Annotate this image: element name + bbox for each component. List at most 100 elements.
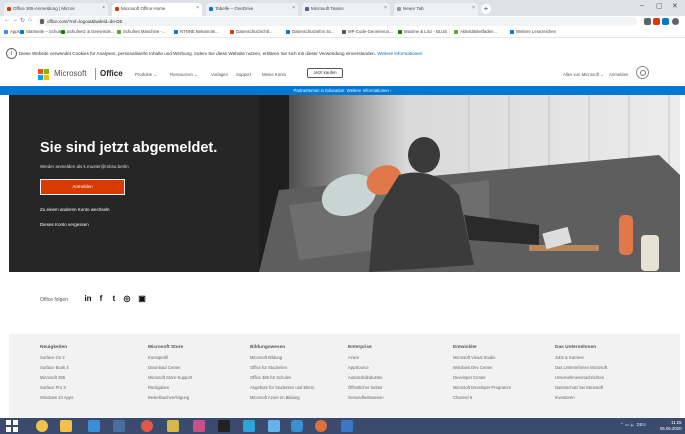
bookmark-item[interactable]: Weitere Lesezeichen [510, 29, 556, 34]
home-icon[interactable]: ⌂ [28, 17, 32, 23]
footer-link[interactable]: Angebote für Studenten und Eltern [250, 385, 350, 395]
bookmark-item[interactable]: Schulnetz & Gemeinde... [61, 29, 115, 34]
twitter-icon[interactable]: t [109, 294, 119, 304]
footer-link[interactable]: Download Center [148, 365, 248, 375]
product-name[interactable]: Office [100, 69, 123, 78]
bookmark-item[interactable]: MP-Code-Generierun... [342, 29, 393, 34]
footer-link[interactable]: Gesundheitswesen [348, 395, 448, 405]
browser-tab[interactable]: Microsoft Teams × [302, 3, 390, 16]
tab-close-icon[interactable]: × [196, 5, 199, 11]
bookmark-item[interactable]: Maxime & Linz - BLUE [398, 29, 447, 34]
app-icon[interactable] [113, 420, 125, 432]
microsoft-logo-icon[interactable] [38, 69, 49, 80]
bookmark-item[interactable]: Schulnet Maschine -... [117, 29, 166, 34]
tab-close-icon[interactable]: × [102, 5, 105, 11]
footer-link[interactable]: Surface Book 3 [40, 365, 140, 375]
footer-link[interactable]: Öffentlicher Sektor [348, 385, 448, 395]
linkedin-icon[interactable]: in [83, 294, 93, 304]
maximize-icon[interactable]: ▢ [656, 2, 663, 10]
footer-link[interactable]: Surface Go 2 [40, 355, 140, 365]
footer-link[interactable]: Das Unternehmen Microsoft [555, 365, 655, 375]
forward-icon[interactable]: → [12, 17, 18, 23]
browser-tab[interactable]: Tabelle – OneDrive × [206, 3, 298, 16]
blog-icon[interactable]: ▣ [137, 294, 147, 304]
footer-link[interactable]: Microsoft Visual Studio [453, 355, 553, 365]
footer-link[interactable]: Microsoft 365 [40, 375, 140, 385]
menu-icon[interactable] [672, 18, 679, 25]
nav-produkte[interactable]: Produkte ⌄ [135, 72, 157, 78]
footer-link[interactable]: Automobilindustrie [348, 375, 448, 385]
star-icon[interactable] [644, 18, 651, 25]
footer-link[interactable]: Microsoft Azure im Bildung [250, 395, 350, 405]
footer-link[interactable]: Azure [348, 355, 448, 365]
bookmark-item[interactable]: Aktivitätsleitfaden... [454, 29, 497, 34]
bookmark-item[interactable]: Apps [4, 29, 20, 34]
reload-icon[interactable]: ↻ [20, 17, 25, 24]
tab-close-icon[interactable]: × [292, 5, 295, 11]
app-icon[interactable] [268, 420, 280, 432]
promo-link[interactable]: Partnertermin in Education: Weitere Info… [0, 88, 685, 93]
app-icon[interactable] [167, 420, 179, 432]
search-icon[interactable] [636, 66, 649, 79]
explorer-icon[interactable] [60, 420, 72, 432]
back-icon[interactable]: ← [4, 17, 10, 23]
brand-name[interactable]: Microsoft [54, 69, 86, 78]
footer-link[interactable]: AppSource [348, 365, 448, 375]
footer-link[interactable]: Microsoft Developer Programm [453, 385, 553, 395]
nav-ressourcen[interactable]: Ressourcen ⌄ [170, 72, 198, 78]
new-tab-button[interactable]: + [481, 4, 491, 14]
tab-close-icon[interactable]: × [384, 5, 387, 11]
url-input[interactable]: office.com/?ref=logout&lwdeid=de-DE [37, 17, 637, 26]
signin-link[interactable]: Anmelden [609, 72, 628, 77]
cookie-more-link[interactable]: Weitere Informationen [377, 51, 422, 56]
all-microsoft-menu[interactable]: Alles von Microsoft ⌄ [563, 72, 604, 78]
chrome-icon[interactable] [36, 420, 48, 432]
footer-link[interactable]: Developer Center [453, 375, 553, 385]
nav-support[interactable]: Support [236, 72, 251, 77]
footer-link[interactable]: Datenschutz bei Microsoft [555, 385, 655, 395]
bookmark-item[interactable]: NTNNE Bekanntm... [174, 29, 219, 34]
browser-tab[interactable]: Neuer Tab × [394, 3, 478, 16]
tab-close-icon[interactable]: × [472, 5, 475, 11]
nav-vorlagen[interactable]: Vorlagen [211, 72, 228, 77]
extension-icon[interactable] [662, 18, 669, 25]
footer-link[interactable]: Unternehmensnachrichten [555, 375, 655, 385]
nav-mein-konto[interactable]: Meine Konto [262, 72, 286, 77]
footer-link[interactable]: Jobs & Karriere [555, 355, 655, 365]
footer-link[interactable]: Kontoprofil [148, 355, 248, 365]
bookmark-item[interactable]: Datenschutzinfos Sc... [286, 29, 335, 34]
browser-tab[interactable]: Office 365-Anmeldung | Micros × [4, 3, 108, 16]
footer-link[interactable]: Investoren [555, 395, 655, 405]
footer-link[interactable]: Surface Pro X [40, 385, 140, 395]
bookmark-item[interactable]: Datenschutzrichtl... [230, 29, 273, 34]
browser-tab[interactable]: Microsoft Office Home × [112, 3, 202, 16]
footer-link[interactable]: Microsoft Bildung [250, 355, 350, 365]
footer-link[interactable]: Windows Dev Center [453, 365, 553, 375]
app-icon[interactable] [193, 420, 205, 432]
app-icon[interactable] [243, 420, 255, 432]
system-tray[interactable]: ⌃ ▭ 🔈 DEU [620, 422, 646, 428]
footer-link[interactable]: Office für Studenten [250, 365, 350, 375]
outlook-icon[interactable] [291, 420, 303, 432]
chrome-active-icon[interactable] [315, 420, 327, 432]
instagram-icon[interactable]: ◎ [122, 294, 132, 304]
app-icon[interactable] [141, 420, 153, 432]
footer-link[interactable]: Office 365 für Schulen [250, 375, 350, 385]
windows-start-icon[interactable] [5, 419, 19, 433]
footer-link[interactable]: Channel 9 [453, 395, 553, 405]
buy-now-button[interactable]: Jetzt kaufen [307, 68, 343, 78]
switch-account-link[interactable]: Zu einem anderen Konto wechseln [40, 207, 110, 212]
minimize-icon[interactable]: – [640, 2, 644, 9]
signin-button[interactable]: Anmelden [40, 179, 125, 195]
clock[interactable]: 11:25 05.06.2020 [660, 420, 682, 432]
footer-link[interactable]: Microsoft Store-Support [148, 375, 248, 385]
facebook-icon[interactable]: f [96, 294, 106, 304]
word-icon[interactable] [341, 420, 353, 432]
app-icon[interactable] [218, 420, 230, 432]
footer-link[interactable]: Rückgaben [148, 385, 248, 395]
edge-icon[interactable] [88, 420, 100, 432]
extension-icon[interactable] [653, 18, 660, 25]
footer-link[interactable]: Bestellnachverfolgung [148, 395, 248, 405]
close-window-icon[interactable]: ✕ [672, 2, 678, 10]
forget-account-link[interactable]: Dieses Konto vergessen [40, 222, 89, 227]
